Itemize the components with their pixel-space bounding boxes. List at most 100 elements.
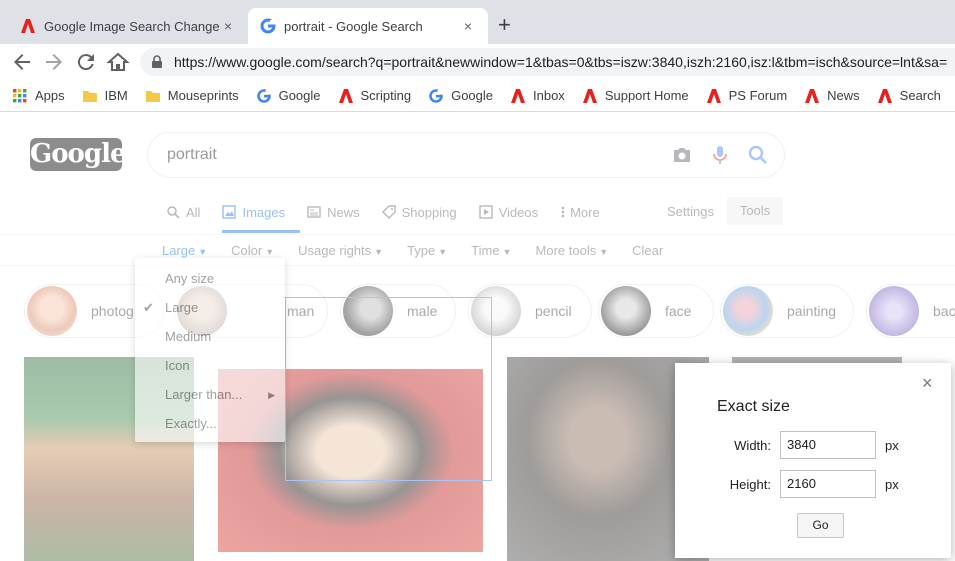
folder-icon [145,90,160,102]
option-label: Any size [165,271,215,286]
news-icon [307,206,321,218]
size-option-large[interactable]: ✔ Large [135,296,285,325]
tab-title: Google Image Search Changes | Ad [44,18,220,34]
search-input[interactable]: portrait [167,146,670,164]
tool-label: More tools [535,242,597,258]
bookmark-label: Google [278,88,321,103]
chip-thumbnail [601,286,651,336]
tab-shopping[interactable]: Shopping [381,200,457,224]
bookmark-label: Google [451,88,493,103]
height-field[interactable]: 2160 [780,470,876,498]
close-icon[interactable]: × [922,373,933,394]
bookmark-label: Apps [35,88,65,103]
checkmark-icon: ✔ [143,300,154,315]
reload-icon [77,54,94,71]
size-option-medium[interactable]: Medium [135,325,285,354]
height-unit: px [885,477,899,492]
height-label: Height: [729,477,771,492]
tool-clear[interactable]: Clear [632,243,663,258]
tab-images[interactable]: Images [222,200,285,224]
size-option-any-size[interactable]: Any size [135,267,285,296]
google-doodle-logo[interactable]: Google [30,138,127,171]
close-tab-icon[interactable]: × [460,18,476,34]
bookmark-label: News [827,88,860,103]
chip-label: painting [787,303,837,319]
tool-color[interactable]: Color ▼ [231,243,274,258]
search-icon[interactable] [746,143,770,167]
bookmark-item[interactable]: PS Forum [706,88,788,104]
size-option-icon[interactable]: Icon [135,354,285,383]
back-button[interactable] [10,50,34,74]
address-bar[interactable]: https://www.google.com/search?q=portrait… [140,48,955,76]
settings-link[interactable]: Settings [667,204,714,219]
microphone-icon[interactable] [708,143,732,167]
folder-icon [82,90,97,102]
tool-type[interactable]: Type ▼ [407,243,447,258]
adobe-icon [706,88,721,103]
tool-label: Type [407,242,436,258]
tab-label: Videos [498,204,539,220]
tab-videos[interactable]: Videos [478,200,539,224]
go-button[interactable]: Go [797,513,844,538]
chip-painting[interactable]: painting [720,284,854,338]
bookmark-label: Search [899,88,941,103]
search-nav-tabs: All Images News Shopping Videos More [166,200,622,224]
tab-label: News [327,204,360,220]
bookmark-item[interactable]: Apps [12,88,65,104]
bookmark-label: IBM [104,88,128,103]
bookmark-item[interactable]: Search [877,88,941,104]
google-icon [429,88,443,103]
chip-back[interactable]: back [866,284,955,338]
tab-all[interactable]: All [166,200,200,224]
bookmark-item[interactable]: Google [256,88,321,104]
search-box[interactable]: portrait [147,132,785,178]
bookmark-item[interactable]: Mouseprints [145,88,239,104]
home-button[interactable] [106,50,130,74]
size-option-exactly[interactable]: Exactly... [135,412,285,441]
tab-label: Shopping [401,204,457,220]
selected-tab-underline [222,230,300,233]
option-label: Exactly... [165,416,217,431]
browser-tab-adobe[interactable]: Google Image Search Changes | Ad × [8,8,248,44]
tool-large[interactable]: Large ▼ [162,243,207,258]
chip-label: face [665,303,692,319]
bookmark-item[interactable]: Google [428,88,493,104]
adobe-icon [582,88,597,103]
lock-icon [152,55,162,68]
caret-down-icon: ▼ [502,246,512,257]
bookmark-item[interactable]: IBM [82,88,128,104]
close-tab-icon[interactable]: × [220,18,236,34]
image-icon [222,205,237,219]
reload-button[interactable] [74,50,98,74]
width-field[interactable]: 3840 [780,431,876,459]
browser-tab-google[interactable]: portrait - Google Search × [248,8,488,44]
adobe-icon [805,88,820,103]
tab-news[interactable]: News [307,200,360,224]
tool-more-tools[interactable]: More tools ▼ [536,243,609,258]
forward-button[interactable] [42,50,66,74]
exact-size-dialog: Exact size × Width: 3840 px Height: 2160… [675,363,951,558]
google-icon [260,18,276,34]
tools-button[interactable]: Tools [727,197,783,225]
chip-face[interactable]: face [598,284,714,338]
size-option-larger-than[interactable]: Larger than... ▶ [135,383,285,412]
tool-usage-rights[interactable]: Usage rights ▼ [298,243,383,258]
tool-time[interactable]: Time ▼ [471,243,511,258]
new-tab-button[interactable]: + [498,14,511,36]
tab-more[interactable]: More [560,200,600,224]
bookmark-item[interactable]: Support Home [582,88,689,104]
width-label: Width: [734,438,771,453]
tab-label: All [186,204,201,220]
option-label: Large [165,300,199,315]
bookmark-item[interactable]: Scripting [338,88,411,104]
bookmark-item[interactable]: Inbox [510,88,565,104]
caret-down-icon: ▼ [198,246,208,257]
adobe-icon [338,88,353,103]
camera-icon[interactable] [670,143,694,167]
bookmark-label: PS Forum [728,88,788,103]
tab-title: portrait - Google Search [284,18,423,34]
caret-down-icon: ▼ [599,246,609,257]
back-arrow-icon [14,54,30,70]
bookmark-item[interactable]: News [804,88,860,104]
dialog-title: Exact size [717,398,790,415]
